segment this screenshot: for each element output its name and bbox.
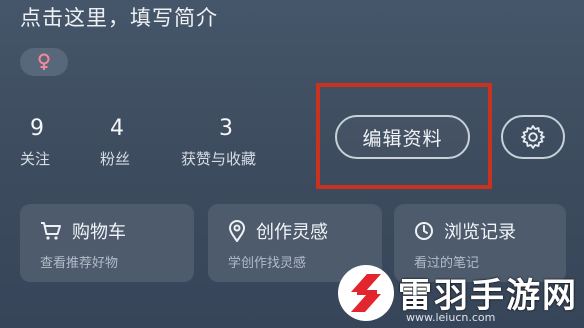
- bio-placeholder[interactable]: 点击这里，填写简介: [20, 2, 218, 32]
- card-title: 购物车: [72, 222, 126, 243]
- following-label: 关注: [20, 150, 51, 168]
- gender-badge: [20, 48, 68, 76]
- shopping-cart-card[interactable]: 购物车 查看推荐好物: [20, 204, 194, 282]
- watermark-text: 雷羽手游网: [398, 276, 578, 316]
- female-icon: [38, 53, 50, 70]
- likes-count: 3: [219, 116, 233, 141]
- followers-count: 4: [110, 116, 124, 141]
- following-count: 9: [30, 116, 44, 141]
- card-title: 创作灵感: [256, 222, 328, 243]
- stat-likes-collections[interactable]: 3 获赞与收藏: [181, 116, 256, 169]
- card-subtitle: 查看推荐好物: [40, 256, 119, 271]
- card-title: 浏览记录: [444, 222, 516, 243]
- cart-icon: [41, 222, 61, 240]
- followers-label: 粉丝: [100, 150, 131, 168]
- likes-label: 获赞与收藏: [181, 150, 257, 168]
- location-pin-icon: [228, 220, 246, 242]
- settings-button[interactable]: [501, 115, 565, 159]
- stat-following[interactable]: 9 关注: [20, 116, 50, 169]
- clock-icon: [415, 222, 433, 240]
- stat-followers[interactable]: 4 粉丝: [100, 116, 130, 169]
- watermark-url: www.leiucn.com: [406, 311, 496, 324]
- gear-icon: [521, 125, 545, 149]
- watermark-logo-icon: [338, 265, 394, 321]
- highlight-annotation-box: [316, 83, 492, 189]
